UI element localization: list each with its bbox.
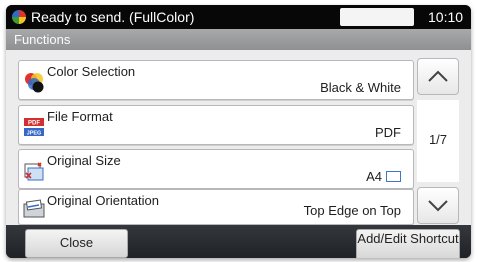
chevron-up-icon [428,70,448,82]
close-button-label: Close [59,235,94,250]
page-number: 1/7 [428,132,448,147]
scroll-up-button[interactable] [417,58,459,95]
function-value: A4 [366,169,382,184]
paper-landscape-icon [386,171,401,182]
scroll-down-button[interactable] [417,187,459,224]
shortcut-button-label: Add/Edit Shortcut [357,231,459,246]
add-edit-shortcut-button[interactable]: Add/Edit Shortcut [356,229,460,258]
status-bar: Ready to send. (FullColor) 10:10 [6,5,471,29]
function-original-size[interactable]: Original Size A4 [18,149,414,189]
original-orientation-icon [23,199,45,218]
function-color-selection[interactable]: Color Selection Black & White [18,60,414,100]
function-value: Top Edge on Top [303,203,401,218]
page-title: Functions [14,32,71,47]
original-size-icon [24,162,44,181]
function-file-format[interactable]: PDF JPEG File Format PDF [18,105,414,145]
status-info-box [340,8,414,26]
footer-bar: Close Add/Edit Shortcut [6,225,471,258]
status-message: Ready to send. (FullColor) [31,9,195,25]
color-selection-icon [25,73,44,93]
function-label: Original Size [47,153,121,168]
function-label: Color Selection [47,64,136,79]
function-original-orientation[interactable]: Original Orientation Top Edge on Top [18,189,414,225]
pager: 1/7 [417,58,459,224]
clock: 10:10 [428,9,464,25]
device-panel: Ready to send. (FullColor) 10:10 Functio… [6,5,471,258]
close-button[interactable]: Close [25,229,128,258]
function-value: Black & White [320,80,401,95]
file-format-icon: PDF JPEG [24,118,44,137]
function-label: Original Orientation [47,193,159,208]
chevron-down-icon [428,200,448,212]
color-mode-icon [12,10,26,24]
screen-header: Functions [6,29,471,50]
page-indicator: 1/7 [417,100,459,182]
svg-text:JPEG: JPEG [27,131,42,137]
svg-text:PDF: PDF [28,121,40,127]
functions-screen: Functions Color Selection Black & White … [6,29,471,225]
function-value-wrap: A4 [366,169,401,184]
function-label: File Format [47,109,113,124]
function-value: PDF [375,125,401,140]
